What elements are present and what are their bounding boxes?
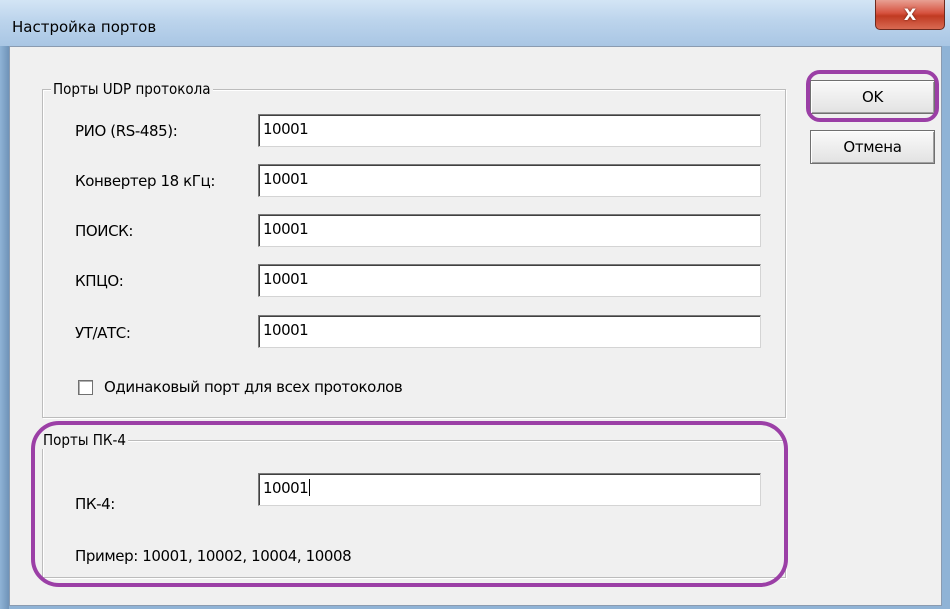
pk4-group-label: Порты ПК-4 (41, 431, 128, 449)
pk4-label: ПК-4: (75, 495, 115, 513)
ut-ats-port-input[interactable]: 10001 (258, 315, 761, 348)
same-port-checkbox-label[interactable]: Одинаковый порт для всех протоколов (104, 378, 403, 396)
rio-label: РИО (RS-485): (75, 122, 178, 140)
window-frame-left (0, 46, 9, 609)
pk4-port-input[interactable]: 10001 (258, 473, 761, 506)
poisk-port-input[interactable]: 10001 (258, 214, 761, 247)
kpco-label: КПЦО: (75, 272, 124, 290)
converter-port-input[interactable]: 10001 (258, 164, 761, 197)
same-port-checkbox[interactable] (78, 380, 93, 395)
text-caret (309, 479, 311, 496)
title-bar[interactable]: Настройка портов X (0, 0, 950, 46)
udp-group-label: Порты UDP протокола (51, 80, 213, 98)
ut-ats-label: УТ/АТС: (75, 324, 131, 342)
rio-port-input[interactable]: 10001 (258, 114, 761, 147)
pk4-port-value: 10001 (263, 479, 309, 497)
close-button[interactable]: X (875, 0, 945, 30)
dialog-client-area: Порты UDP протокола РИО (RS-485): 10001 … (9, 46, 942, 606)
ok-button[interactable]: OK (810, 80, 935, 114)
dialog-window: Настройка портов X Порты UDP протокола Р… (0, 0, 950, 609)
converter-label: Конвертер 18 кГц: (75, 172, 216, 190)
close-icon: X (903, 5, 917, 24)
dialog-title: Настройка портов (12, 18, 157, 36)
kpco-port-input[interactable]: 10001 (258, 264, 761, 297)
poisk-label: ПОИСК: (75, 222, 134, 240)
pk4-example-text: Пример: 10001, 10002, 10004, 10008 (75, 547, 352, 565)
cancel-button[interactable]: Отмена (810, 130, 935, 164)
